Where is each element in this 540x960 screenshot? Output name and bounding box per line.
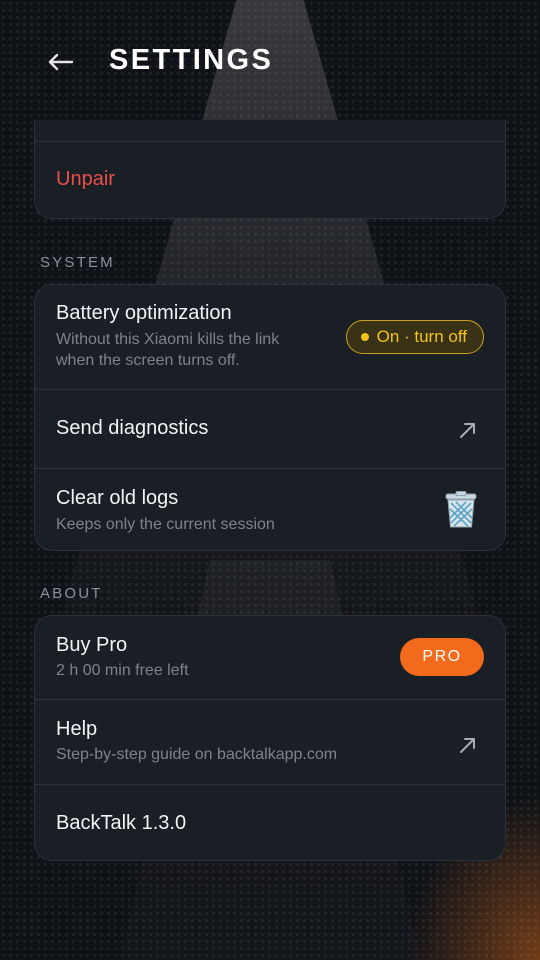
send-diagnostics-title: Send diagnostics (56, 417, 209, 439)
about-card: Buy Pro 2 h 00 min free left PRO Help St… (34, 615, 506, 861)
app-header: SETTINGS (0, 40, 540, 84)
page-title: SETTINGS (109, 44, 274, 76)
buy-pro-title: Buy Pro (56, 634, 128, 656)
help-row[interactable]: Help Step-by-step guide on backtalkapp.c… (35, 700, 505, 784)
help-title: Help (56, 718, 98, 740)
trash-icon[interactable] (443, 491, 479, 529)
battery-optimization-title: Battery optimization (56, 302, 232, 324)
section-label-about: ABOUT (40, 585, 103, 602)
version-label: BackTalk 1.3.0 (56, 812, 187, 834)
status-dot-icon (360, 333, 369, 341)
battery-optimization-subtitle-line2: when the screen turns off. (56, 352, 240, 369)
external-arrow-icon (460, 738, 475, 753)
unpair-label: Unpair (56, 168, 115, 190)
help-subtitle: Step-by-step guide on backtalkapp.com (56, 746, 338, 763)
unpair-row[interactable]: Unpair (35, 142, 505, 218)
send-diagnostics-row[interactable]: Send diagnostics (35, 390, 505, 468)
battery-optimization-row[interactable]: Battery optimization Without this Xiaomi… (35, 285, 505, 389)
back-button[interactable] (44, 50, 76, 74)
battery-toggle-label: On · turn off (376, 327, 467, 346)
buy-pro-row[interactable]: Buy Pro 2 h 00 min free left PRO (35, 616, 505, 699)
clear-logs-row[interactable]: Clear old logs Keeps only the current se… (35, 469, 505, 550)
battery-optimization-subtitle-line1: Without this Xiaomi kills the link (56, 331, 280, 348)
arrow-left-icon (48, 53, 74, 71)
version-row: BackTalk 1.3.0 (35, 785, 505, 860)
clear-logs-subtitle: Keeps only the current session (56, 516, 275, 533)
system-card: Battery optimization Without this Xiaomi… (34, 284, 506, 551)
external-arrow-icon (460, 423, 475, 438)
battery-optimization-toggle[interactable]: On · turn off (345, 320, 484, 354)
buy-pro-subtitle: 2 h 00 min free left (56, 662, 189, 679)
pairing-card: Unpair (34, 120, 506, 219)
section-label-system: SYSTEM (40, 254, 115, 271)
pro-badge-button[interactable]: PRO (400, 638, 484, 676)
clear-logs-title: Clear old logs (56, 487, 179, 509)
